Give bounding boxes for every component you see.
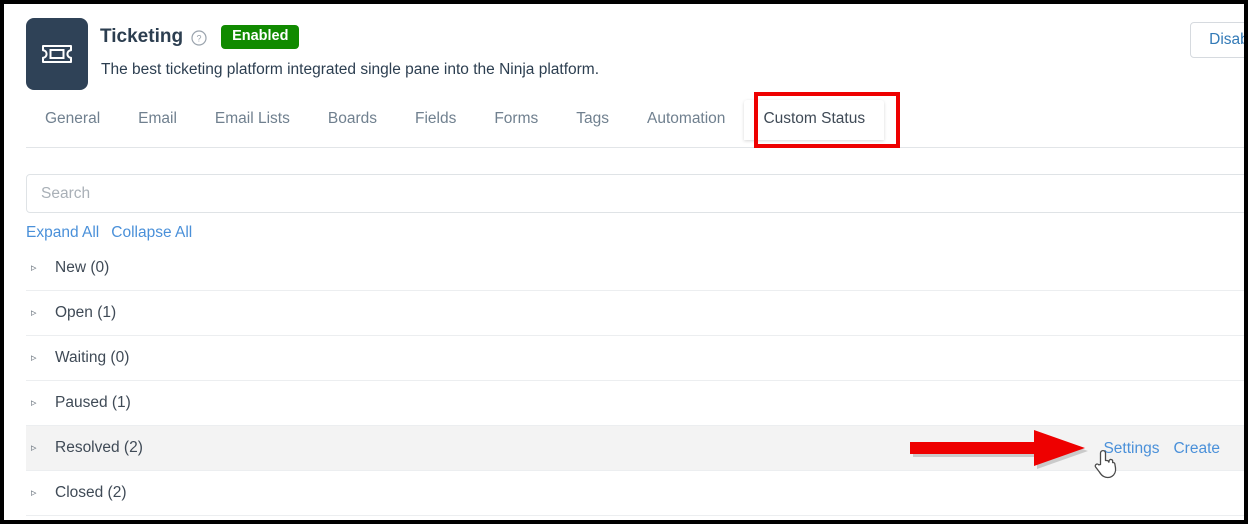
- status-row-label: New (0): [55, 259, 110, 276]
- status-row-label: Open (1): [55, 304, 117, 321]
- tab-tags[interactable]: Tags: [557, 100, 628, 140]
- tab-email-lists[interactable]: Email Lists: [196, 100, 309, 140]
- tab-fields[interactable]: Fields: [396, 100, 475, 140]
- status-row-label: Paused (1): [55, 394, 131, 411]
- status-row-label: Closed (2): [55, 484, 127, 501]
- expand-caret-icon[interactable]: ▹: [31, 262, 41, 274]
- create-link[interactable]: Create: [1173, 440, 1220, 458]
- expand-caret-icon[interactable]: ▹: [31, 487, 41, 499]
- status-badge: Enabled: [221, 25, 300, 49]
- tab-divider: [26, 147, 1244, 148]
- status-row-resolved[interactable]: ▹ Resolved (2) Settings Create: [26, 426, 1244, 471]
- screenshot-frame: Ticketing ? Enabled The best ticketing p…: [0, 0, 1248, 524]
- expand-caret-icon[interactable]: ▹: [31, 352, 41, 364]
- status-row-open[interactable]: ▹ Open (1): [26, 291, 1244, 336]
- tab-bar: General Email Email Lists Boards Fields …: [26, 100, 885, 144]
- expand-caret-icon[interactable]: ▹: [31, 442, 41, 454]
- expand-caret-icon[interactable]: ▹: [31, 307, 41, 319]
- status-row-label: Resolved (2): [55, 439, 143, 456]
- row-actions: Settings Create: [1103, 426, 1220, 471]
- status-row-closed[interactable]: ▹ Closed (2): [26, 471, 1244, 516]
- collapse-all-link[interactable]: Collapse All: [111, 224, 192, 242]
- app-title-row: Ticketing ? Enabled: [100, 22, 300, 52]
- status-list: ▹ New (0) ▹ Open (1) ▹ Waiting (0) ▹ Pau…: [26, 246, 1244, 516]
- disable-button[interactable]: Disable: [1190, 22, 1244, 58]
- tab-email[interactable]: Email: [119, 100, 196, 140]
- ticket-icon: [26, 18, 88, 90]
- app-page: Ticketing ? Enabled The best ticketing p…: [4, 4, 1244, 520]
- expand-caret-icon[interactable]: ▹: [31, 397, 41, 409]
- tab-custom-status[interactable]: Custom Status: [744, 100, 885, 140]
- tab-automation[interactable]: Automation: [628, 100, 744, 140]
- bulk-actions: Expand All Collapse All: [26, 224, 192, 242]
- tab-boards[interactable]: Boards: [309, 100, 396, 140]
- search-input[interactable]: [26, 174, 1244, 213]
- settings-link[interactable]: Settings: [1103, 440, 1159, 458]
- status-row-label: Waiting (0): [55, 349, 130, 366]
- app-header: Ticketing ? Enabled The best ticketing p…: [4, 4, 1244, 90]
- tab-general[interactable]: General: [26, 100, 119, 140]
- help-circle-icon[interactable]: ?: [191, 30, 207, 46]
- tab-forms[interactable]: Forms: [475, 100, 557, 140]
- expand-all-link[interactable]: Expand All: [26, 224, 99, 242]
- status-row-new[interactable]: ▹ New (0): [26, 246, 1244, 291]
- svg-text:?: ?: [197, 34, 202, 44]
- status-row-paused[interactable]: ▹ Paused (1): [26, 381, 1244, 426]
- page-title: Ticketing: [100, 26, 184, 47]
- app-subtitle: The best ticketing platform integrated s…: [101, 61, 599, 78]
- status-row-waiting[interactable]: ▹ Waiting (0): [26, 336, 1244, 381]
